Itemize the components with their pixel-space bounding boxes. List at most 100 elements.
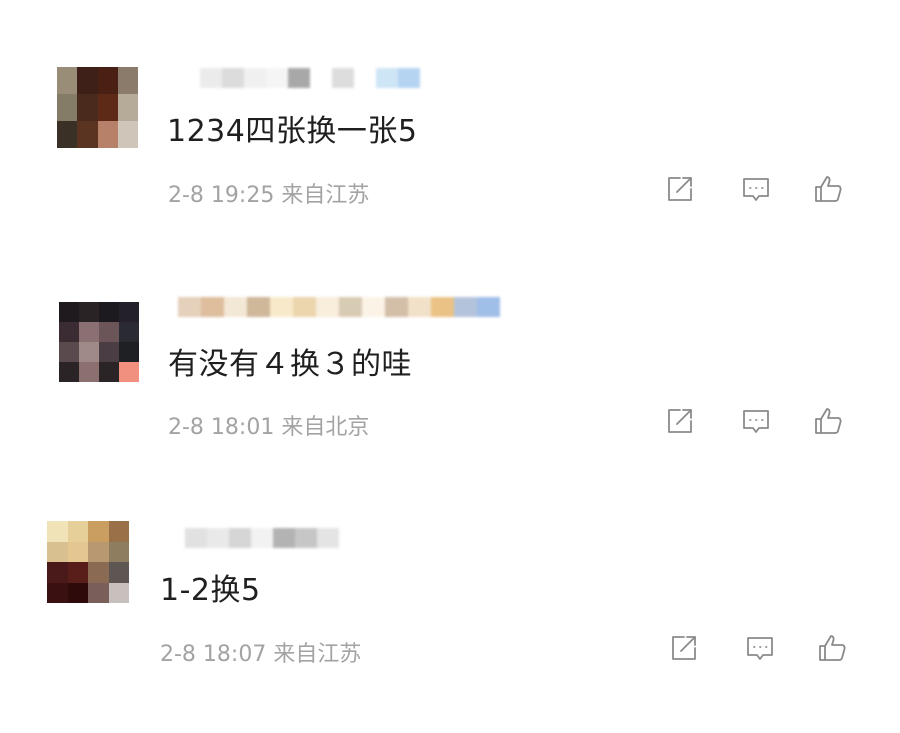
username-blur-block (339, 528, 361, 548)
share-icon (668, 177, 692, 201)
avatar-pixel (108, 582, 129, 603)
username-blur-block (207, 528, 229, 548)
share-button[interactable] (667, 631, 701, 665)
username-blur-block (224, 297, 247, 317)
comment-meta: 2-8 18:07 来自江苏 (160, 642, 362, 667)
avatar-pixel (47, 521, 68, 542)
username-blur-block (310, 68, 332, 88)
like-button[interactable] (815, 631, 849, 665)
username-blur-block (229, 528, 251, 548)
username-blurred[interactable] (163, 528, 361, 548)
avatar-pixel (117, 67, 138, 94)
avatar[interactable] (57, 67, 138, 148)
avatar-pixel (119, 362, 139, 382)
username-blur-block (339, 297, 362, 317)
avatar-pixel (79, 342, 99, 362)
avatar-pixel (47, 562, 68, 583)
username-blur-block (185, 528, 207, 548)
username-blurred[interactable] (178, 297, 500, 317)
avatar-pixel (119, 302, 139, 322)
avatar-pixel (67, 541, 88, 562)
username-blur-block (354, 68, 376, 88)
avatar-pixel (57, 121, 78, 148)
avatar-pixel (88, 521, 109, 542)
username-blur-block (408, 297, 431, 317)
avatar-pixel (77, 67, 98, 94)
username-blur-block (288, 68, 310, 88)
comment-actions (663, 172, 845, 206)
username-blur-block (222, 68, 244, 88)
avatar-pixel (47, 541, 68, 562)
avatar-pixel (59, 322, 79, 342)
avatar-pixel (77, 94, 98, 121)
share-button[interactable] (663, 404, 697, 438)
comment-text: 1234四张换一张5 (167, 114, 418, 149)
avatar-pixel (88, 541, 109, 562)
avatar-pixel (67, 582, 88, 603)
thumbs-up-icon (815, 176, 842, 202)
avatar-pixel (119, 322, 139, 342)
avatar-pixel (79, 302, 99, 322)
avatar-pixel (108, 521, 129, 542)
username-blur-block (251, 528, 273, 548)
username-blur-block (266, 68, 288, 88)
username-blur-block (295, 528, 317, 548)
like-button[interactable] (811, 172, 845, 206)
username-blur-block (178, 68, 200, 88)
username-blur-block (316, 297, 339, 317)
username-blurred[interactable] (178, 68, 420, 88)
avatar-pixel (88, 582, 109, 603)
comment-icon (743, 178, 769, 201)
username-blur-block (178, 297, 201, 317)
avatar-pixel (47, 582, 68, 603)
avatar-pixel (99, 362, 119, 382)
comment-actions (667, 631, 849, 665)
share-icon (672, 636, 696, 660)
like-button[interactable] (811, 404, 845, 438)
avatar-pixel (67, 562, 88, 583)
avatar-pixel (79, 362, 99, 382)
comment-icon (747, 637, 773, 660)
username-blur-block (270, 297, 293, 317)
share-button[interactable] (663, 172, 697, 206)
avatar-pixel (59, 342, 79, 362)
username-blur-block (200, 68, 222, 88)
username-blur-block (362, 297, 385, 317)
reply-button[interactable] (739, 404, 773, 438)
avatar-pixel (117, 121, 138, 148)
username-blur-block (201, 297, 224, 317)
comment-text: 1-2换5 (160, 573, 261, 608)
username-blur-block (247, 297, 270, 317)
thumbs-up-icon (819, 635, 846, 661)
avatar[interactable] (47, 521, 129, 603)
comment-meta: 2-8 19:25 来自江苏 (168, 183, 370, 208)
avatar-pixel (97, 121, 118, 148)
avatar-pixel (99, 302, 119, 322)
avatar-pixel (97, 94, 118, 121)
comment-text: 有没有４换３的哇 (168, 347, 412, 382)
avatar-pixel (88, 562, 109, 583)
username-blur-block (398, 68, 420, 88)
avatar-pixel (59, 362, 79, 382)
username-blur-block (454, 297, 477, 317)
username-blur-block (385, 297, 408, 317)
username-blur-block (317, 528, 339, 548)
username-blur-block (431, 297, 454, 317)
avatar-pixel (99, 342, 119, 362)
username-blur-block (163, 528, 185, 548)
comment-meta: 2-8 18:01 来自北京 (168, 415, 370, 440)
username-blur-block (477, 297, 500, 317)
username-blur-block (244, 68, 266, 88)
avatar-pixel (79, 322, 99, 342)
avatar[interactable] (59, 302, 139, 382)
avatar-pixel (119, 342, 139, 362)
reply-button[interactable] (739, 172, 773, 206)
avatar-pixel (67, 521, 88, 542)
username-blur-block (376, 68, 398, 88)
avatar-pixel (57, 94, 78, 121)
avatar-pixel (117, 94, 138, 121)
avatar-pixel (97, 67, 118, 94)
avatar-pixel (99, 322, 119, 342)
avatar-pixel (108, 562, 129, 583)
reply-button[interactable] (743, 631, 777, 665)
